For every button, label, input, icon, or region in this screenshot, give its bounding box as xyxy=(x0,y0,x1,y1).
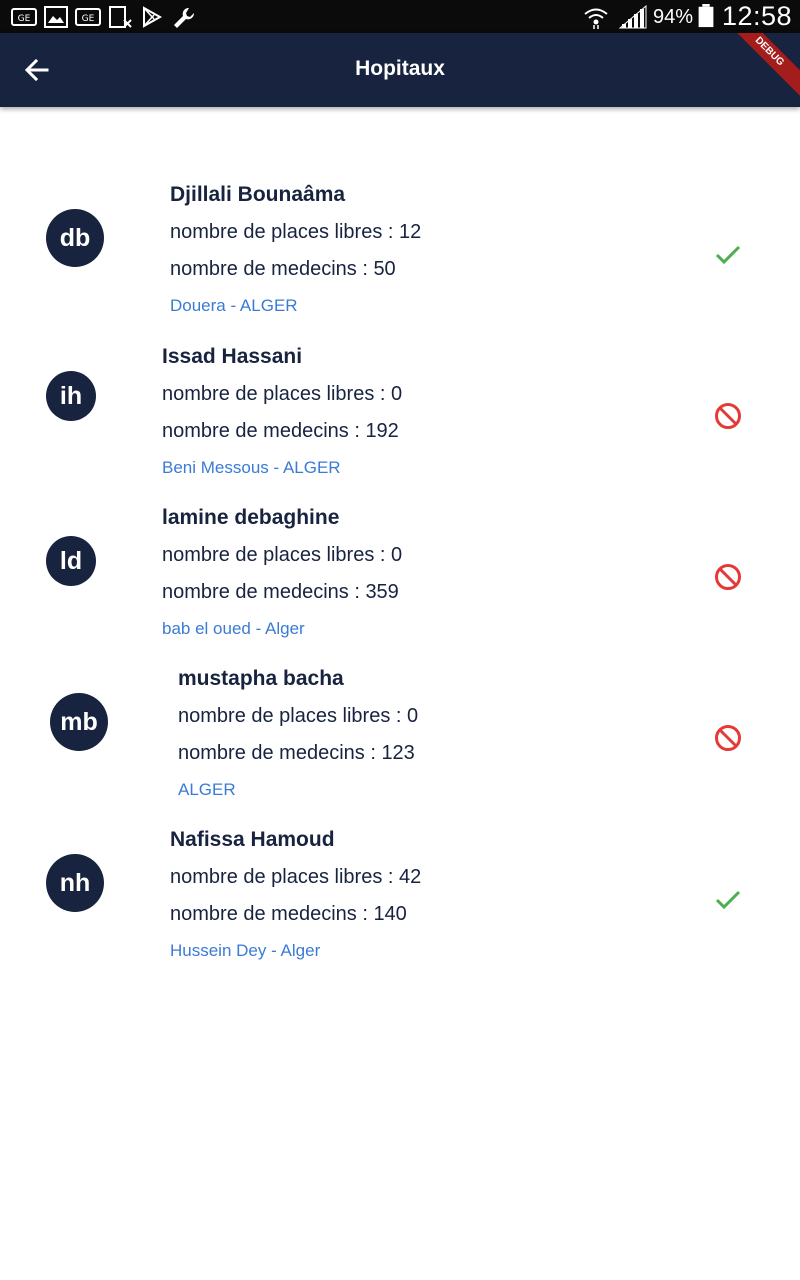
avatar: nh xyxy=(46,854,104,912)
hospital-name: Nafissa Hamoud xyxy=(170,828,335,851)
avatar: ih xyxy=(46,371,96,421)
block-icon xyxy=(715,725,741,751)
wrench-icon xyxy=(174,7,195,28)
hospital-name: mustapha bacha xyxy=(178,667,344,690)
hospital-location[interactable]: Douera - ALGER xyxy=(170,294,421,318)
hospital-info: Djillali Bounaâma nombre de places libre… xyxy=(170,183,421,318)
list-item[interactable]: ld lamine debaghine nombre de places lib… xyxy=(0,497,800,657)
hospital-info: Nafissa Hamoud nombre de places libres :… xyxy=(170,828,421,963)
hospital-location[interactable]: Hussein Dey - Alger xyxy=(170,939,421,963)
avatar: db xyxy=(46,209,104,267)
avatar: mb xyxy=(50,693,108,751)
list-item[interactable]: mb mustapha bacha nombre de places libre… xyxy=(0,658,800,818)
free-places: nombre de places libres : 42 xyxy=(170,866,422,888)
list-item[interactable]: db Djillali Bounaâma nombre de places li… xyxy=(0,174,800,334)
doctor-count: nombre de medecins : 359 xyxy=(162,581,399,603)
clock: 12:58 xyxy=(722,1,793,31)
block-icon xyxy=(715,564,741,590)
hospital-info: Issad Hassani nombre de places libres : … xyxy=(162,345,402,480)
hospital-name: Djillali Bounaâma xyxy=(170,183,346,206)
hospital-name: lamine debaghine xyxy=(162,506,340,529)
check-icon xyxy=(715,890,741,910)
hospital-info: mustapha bacha nombre de places libres :… xyxy=(178,667,418,802)
mail-notification-icon: GE xyxy=(75,8,101,26)
free-places: nombre de places libres : 0 xyxy=(162,383,403,405)
free-places: nombre de places libres : 0 xyxy=(178,705,419,727)
svg-text:GE: GE xyxy=(18,14,31,24)
signal-icon xyxy=(618,5,647,29)
list-item[interactable]: nh Nafissa Hamoud nombre de places libre… xyxy=(0,819,800,979)
sim-icon xyxy=(109,6,132,28)
image-notification-icon xyxy=(44,6,68,28)
doctor-count: nombre de medecins : 140 xyxy=(170,903,407,925)
hospital-location[interactable]: bab el oued - Alger xyxy=(162,617,402,641)
hospital-location[interactable]: Beni Messous - ALGER xyxy=(162,456,402,480)
free-places: nombre de places libres : 12 xyxy=(170,221,422,243)
svg-text:GE: GE xyxy=(82,14,95,24)
wifi-icon xyxy=(584,8,608,29)
avatar: ld xyxy=(46,536,96,586)
page-title: Hopitaux xyxy=(355,57,445,80)
status-bar: GE GE 94% 12:58 xyxy=(0,0,800,33)
hospital-location[interactable]: ALGER xyxy=(178,778,418,802)
battery-icon xyxy=(698,4,714,28)
free-places: nombre de places libres : 0 xyxy=(162,544,403,566)
list-item[interactable]: ih Issad Hassani nombre de places libres… xyxy=(0,336,800,496)
battery-percent: 94% xyxy=(653,6,694,28)
block-icon xyxy=(715,403,741,429)
doctor-count: nombre de medecins : 123 xyxy=(178,742,415,764)
app-bar: Hopitaux DEBUG xyxy=(0,33,800,107)
check-icon xyxy=(715,245,741,265)
play-store-icon xyxy=(143,6,163,28)
mail-notification-icon: GE xyxy=(11,8,37,26)
hospital-info: lamine debaghine nombre de places libres… xyxy=(162,506,402,641)
hospital-name: Issad Hassani xyxy=(162,345,303,368)
doctor-count: nombre de medecins : 50 xyxy=(170,258,396,280)
doctor-count: nombre de medecins : 192 xyxy=(162,420,399,442)
